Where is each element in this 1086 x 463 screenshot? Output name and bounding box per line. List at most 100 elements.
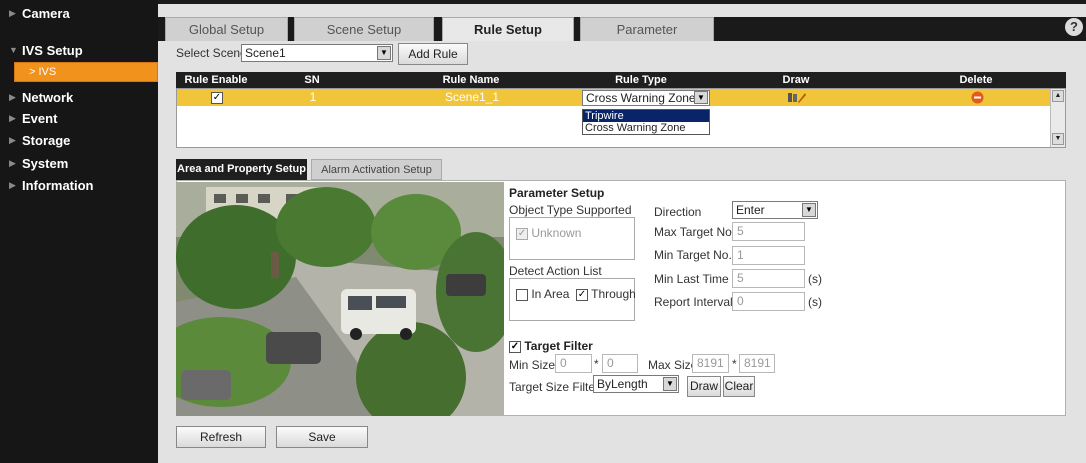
- direction-label: Direction: [654, 205, 702, 219]
- arrow-right-icon: ▶: [9, 8, 16, 18]
- tab-global-setup[interactable]: Global Setup: [165, 17, 288, 41]
- dropdown-arrow-icon: ▼: [377, 46, 391, 60]
- rule-enable-checkbox[interactable]: ✓: [211, 91, 223, 104]
- rule-enable-cell: ✓: [177, 89, 257, 106]
- min-last-time-label: Min Last Time: [654, 272, 729, 286]
- sidebar-item-information[interactable]: ▶ Information: [0, 175, 158, 196]
- camera-scene-image: [176, 182, 504, 416]
- object-type-box: ✓ Unknown: [509, 217, 635, 260]
- through-checkbox[interactable]: ✓: [576, 288, 588, 301]
- rule-type-option-tripwire[interactable]: Tripwire: [583, 110, 709, 122]
- save-button[interactable]: Save: [276, 426, 368, 448]
- object-unknown-option[interactable]: ✓ Unknown: [516, 226, 581, 240]
- rule-name: Scene1_1: [444, 90, 500, 104]
- sidebar-item-system[interactable]: ▶ System: [0, 153, 158, 174]
- arrow-right-icon: ▶: [9, 113, 16, 123]
- direction-select[interactable]: Enter ▼: [732, 201, 818, 219]
- sidebar-item-label: Event: [22, 111, 58, 126]
- report-interval-field[interactable]: 0: [732, 292, 805, 311]
- sidebar-item-label: IVS Setup: [22, 43, 83, 58]
- min-last-time-unit: (s): [808, 272, 822, 286]
- arrow-down-icon: ▼: [9, 45, 18, 55]
- report-interval-unit: (s): [808, 295, 822, 309]
- report-interval-label: Report Interval: [654, 295, 733, 309]
- scene-select[interactable]: Scene1 ▼: [241, 44, 393, 62]
- sidebar-item-storage[interactable]: ▶ Storage: [0, 130, 158, 151]
- rule-type-value: Cross Warning Zone: [586, 91, 696, 105]
- rule-table-body: ✓ 1 Scene1_1 Cross Warning Zone ▼ ▲ ▼ Tri…: [176, 88, 1066, 148]
- select-scene-label: Select Scene: [176, 46, 247, 60]
- draw-icon[interactable]: [787, 91, 807, 104]
- sidebar-item-label: System: [22, 156, 69, 171]
- max-target-field[interactable]: 5: [732, 222, 805, 241]
- subtab-alarm-activation[interactable]: Alarm Activation Setup: [311, 159, 442, 180]
- camera-preview[interactable]: [176, 182, 504, 416]
- dropdown-arrow-icon: ▼: [663, 377, 677, 391]
- draw-button[interactable]: Draw: [687, 376, 721, 397]
- draw-cell: [767, 89, 827, 106]
- scroll-up-icon[interactable]: ▲: [1052, 90, 1064, 102]
- max-size-label: Max Size: [648, 358, 698, 372]
- sidebar-item-label: Storage: [22, 133, 71, 148]
- in-area-checkbox[interactable]: [516, 288, 528, 301]
- target-size-filter-label: Target Size Filter: [509, 380, 600, 394]
- scene-select-value: Scene1: [245, 46, 286, 60]
- min-size-width-field[interactable]: 0: [555, 354, 592, 373]
- sidebar-item-network[interactable]: ▶ Network: [0, 87, 158, 108]
- target-filter-checkbox[interactable]: ✓: [509, 340, 521, 353]
- tab-rule-setup[interactable]: Rule Setup: [442, 17, 574, 41]
- parameter-setup-title: Parameter Setup: [509, 186, 605, 200]
- sidebar-item-ivs-setup[interactable]: ▼ IVS Setup: [0, 40, 158, 61]
- clear-button[interactable]: Clear: [723, 376, 755, 397]
- target-size-filter-value: ByLength: [597, 377, 648, 391]
- object-unknown-checkbox[interactable]: ✓: [516, 227, 528, 240]
- sidebar-item-label: Network: [22, 90, 74, 105]
- arrow-right-icon: ▶: [9, 135, 16, 145]
- main-panel: Global Setup Scene Setup Rule Setup Para…: [158, 0, 1086, 463]
- header-rule-enable: Rule Enable: [184, 74, 248, 86]
- max-size-height-field[interactable]: 8191: [739, 354, 775, 373]
- target-size-filter-select[interactable]: ByLength ▼: [593, 375, 679, 393]
- tab-parameter[interactable]: Parameter: [580, 17, 714, 41]
- arrow-right-icon: ▶: [9, 180, 16, 190]
- object-type-label: Object Type Supported: [509, 203, 632, 217]
- rule-type-option-cross-warning-zone[interactable]: Cross Warning Zone: [583, 122, 709, 134]
- dropdown-arrow-icon: ▼: [802, 203, 816, 217]
- in-area-label: In Area: [531, 287, 570, 301]
- min-target-label: Min Target No.: [654, 248, 732, 262]
- sidebar-subitem-ivs[interactable]: > IVS: [14, 62, 158, 82]
- direction-value: Enter: [736, 203, 765, 217]
- table-row[interactable]: ✓ 1 Scene1_1 Cross Warning Zone ▼: [177, 89, 1051, 106]
- min-size-height-field[interactable]: 0: [602, 354, 638, 373]
- rule-type-dropdown-list: Tripwire Cross Warning Zone: [582, 109, 710, 135]
- subtab-area-property[interactable]: Area and Property Setup: [176, 159, 307, 180]
- detect-action-label: Detect Action List: [509, 264, 602, 278]
- tab-scene-setup[interactable]: Scene Setup: [294, 17, 434, 41]
- table-scrollbar[interactable]: ▲ ▼: [1050, 89, 1065, 147]
- through-option[interactable]: ✓ Through: [576, 287, 636, 301]
- in-area-option[interactable]: In Area: [516, 287, 569, 301]
- dropdown-arrow-icon: ▼: [694, 91, 708, 104]
- max-target-label: Max Target No.: [654, 225, 736, 239]
- min-size-label: Min Size: [509, 358, 556, 372]
- refresh-button[interactable]: Refresh: [176, 426, 266, 448]
- sidebar-item-label: Camera: [22, 6, 70, 21]
- sidebar: ▶ Camera ▼ IVS Setup > IVS ▶ Network ▶ Event…: [0, 0, 158, 463]
- header-rule-name: Rule Name: [442, 74, 500, 86]
- header-draw: Draw: [782, 74, 810, 86]
- arrow-right-icon: ▶: [9, 92, 16, 102]
- min-target-field[interactable]: 1: [732, 246, 805, 265]
- add-rule-button[interactable]: Add Rule: [398, 43, 468, 65]
- scroll-down-icon[interactable]: ▼: [1052, 133, 1064, 145]
- help-icon[interactable]: ?: [1065, 18, 1083, 36]
- max-size-times: *: [732, 357, 737, 371]
- sidebar-item-camera[interactable]: ▶ Camera: [0, 3, 158, 24]
- max-size-width-field[interactable]: 8191: [692, 354, 729, 373]
- min-last-time-field[interactable]: 5: [732, 269, 805, 288]
- rule-type-select[interactable]: Cross Warning Zone ▼: [582, 90, 710, 106]
- arrow-right-icon: ▶: [9, 158, 16, 168]
- object-unknown-label: Unknown: [531, 226, 582, 240]
- target-filter-option[interactable]: ✓ Target Filter: [509, 339, 593, 353]
- sidebar-item-event[interactable]: ▶ Event: [0, 108, 158, 129]
- delete-icon[interactable]: [971, 91, 984, 104]
